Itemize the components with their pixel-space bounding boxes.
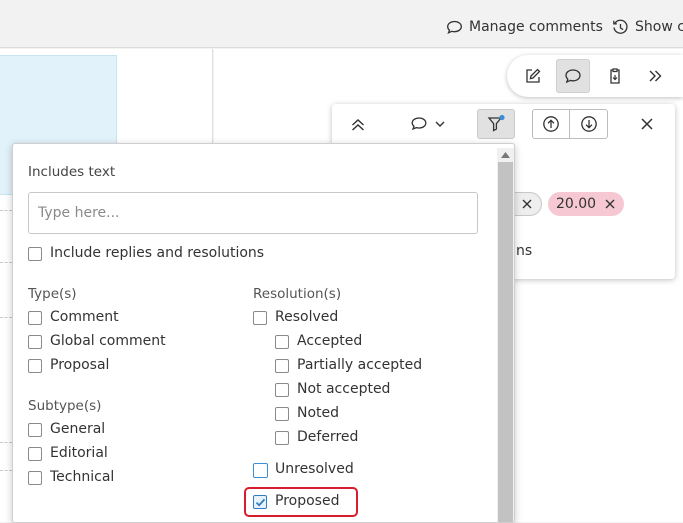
resolved-checkbox[interactable] bbox=[253, 311, 267, 325]
unresolved-label: Unresolved bbox=[275, 461, 354, 477]
include-replies-label: Include replies and resolutions bbox=[50, 245, 265, 261]
include-replies-checkbox[interactable] bbox=[28, 247, 42, 261]
close-icon[interactable] bbox=[521, 198, 533, 210]
doc-divider bbox=[0, 262, 12, 263]
close-icon[interactable] bbox=[604, 198, 616, 210]
comment-type-dropdown[interactable] bbox=[406, 109, 450, 139]
edit-icon bbox=[526, 68, 541, 83]
filter-button[interactable] bbox=[477, 109, 515, 139]
accepted-label: Accepted bbox=[297, 333, 363, 349]
manage-comments-button[interactable]: Manage comments bbox=[446, 17, 603, 37]
show-changes-button[interactable]: Show cl bbox=[612, 17, 683, 37]
tasks-button[interactable] bbox=[598, 59, 632, 93]
type-proposal-label: Proposal bbox=[50, 357, 110, 373]
doc-divider bbox=[0, 210, 12, 211]
search-input[interactable] bbox=[28, 192, 478, 234]
proposed-label: Proposed bbox=[275, 493, 340, 509]
checkmark-icon bbox=[255, 498, 265, 506]
comment-icon bbox=[411, 117, 427, 131]
arrow-down-circle-icon bbox=[580, 116, 597, 132]
doc-divider bbox=[0, 442, 12, 443]
type-comment-checkbox[interactable] bbox=[28, 311, 42, 325]
close-icon bbox=[641, 118, 653, 130]
top-bar: Manage comments Show cl bbox=[0, 0, 683, 48]
noted-checkbox[interactable] bbox=[275, 407, 289, 421]
not-accepted-checkbox[interactable] bbox=[275, 383, 289, 397]
arrow-up-circle-icon bbox=[543, 116, 559, 132]
type-global-comment-label: Global comment bbox=[50, 333, 166, 349]
clipboard-icon bbox=[610, 68, 620, 84]
view-toolbar bbox=[507, 55, 683, 97]
partially-accepted-checkbox[interactable] bbox=[275, 359, 289, 373]
filter-dropdown: Includes text Include replies and resolu… bbox=[12, 143, 515, 523]
subtype-general-label: General bbox=[50, 421, 106, 437]
type-proposal-checkbox[interactable] bbox=[28, 359, 42, 373]
edit-button[interactable] bbox=[516, 59, 550, 93]
resolved-label: Resolved bbox=[275, 309, 339, 325]
history-icon bbox=[613, 19, 628, 34]
scroll-up-button[interactable] bbox=[499, 149, 512, 160]
next-comment-button[interactable] bbox=[570, 109, 608, 139]
comment-icon bbox=[565, 68, 581, 83]
manage-comments-label: Manage comments bbox=[469, 19, 603, 35]
comment-icon bbox=[447, 20, 462, 34]
scrollbar-thumb[interactable] bbox=[498, 162, 513, 522]
doc-divider bbox=[0, 470, 12, 471]
doc-divider bbox=[0, 317, 12, 318]
includes-text-label: Includes text bbox=[28, 164, 116, 180]
expand-panel-button[interactable] bbox=[638, 59, 672, 93]
collapse-all-button[interactable] bbox=[341, 109, 375, 139]
filter-chip-zoom[interactable]: 20.00 bbox=[548, 192, 625, 216]
show-changes-label: Show cl bbox=[635, 19, 683, 35]
subtype-general-checkbox[interactable] bbox=[28, 423, 42, 437]
partially-accepted-label: Partially accepted bbox=[297, 357, 423, 373]
accepted-checkbox[interactable] bbox=[275, 335, 289, 349]
types-label: Type(s) bbox=[28, 286, 77, 302]
triangle-up-icon bbox=[501, 151, 510, 158]
unresolved-checkbox[interactable] bbox=[253, 463, 268, 478]
deferred-label: Deferred bbox=[297, 429, 359, 445]
chevron-down-icon bbox=[435, 121, 445, 127]
double-chevron-right-icon bbox=[649, 70, 662, 82]
subtype-editorial-checkbox[interactable] bbox=[28, 447, 42, 461]
subtype-editorial-label: Editorial bbox=[50, 445, 108, 461]
filter-chip-label: 20.00 bbox=[556, 196, 597, 212]
double-chevron-up-icon bbox=[352, 119, 364, 131]
noted-label: Noted bbox=[297, 405, 340, 421]
comments-view-button[interactable] bbox=[556, 59, 590, 93]
subtype-technical-checkbox[interactable] bbox=[28, 471, 42, 485]
resolutions-label: Resolution(s) bbox=[253, 286, 342, 302]
type-global-comment-checkbox[interactable] bbox=[28, 335, 42, 349]
type-comment-label: Comment bbox=[50, 309, 119, 325]
close-panel-button[interactable] bbox=[630, 109, 664, 139]
panel-partial-text: ns bbox=[516, 243, 533, 259]
subtypes-label: Subtype(s) bbox=[28, 398, 102, 414]
subtype-technical-label: Technical bbox=[50, 469, 115, 485]
proposed-checkbox[interactable] bbox=[253, 495, 267, 509]
deferred-checkbox[interactable] bbox=[275, 431, 289, 445]
previous-comment-button[interactable] bbox=[532, 109, 570, 139]
filter-icon bbox=[487, 114, 505, 132]
not-accepted-label: Not accepted bbox=[297, 381, 391, 397]
